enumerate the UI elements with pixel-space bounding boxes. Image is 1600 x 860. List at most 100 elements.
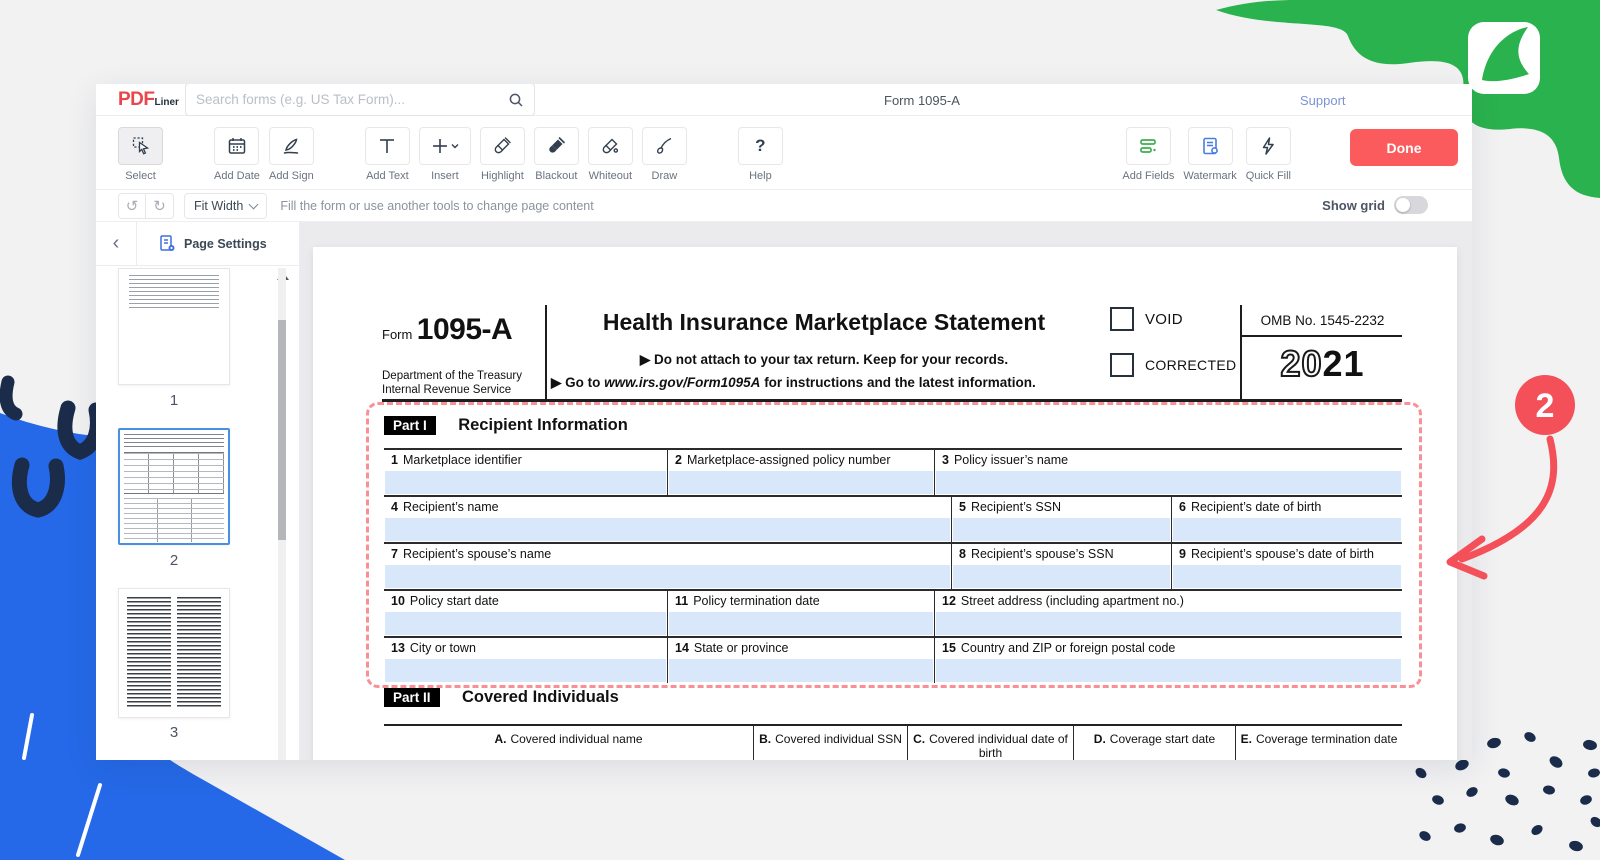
show-grid-label: Show grid [1322,198,1385,213]
undo-icon: ↺ [126,197,139,215]
corrected-checkbox-row: CORRECTED [1110,353,1236,377]
form-page: Form 1095-A Department of the Treasury I… [313,247,1457,760]
toolbar-hint-text: Fill the form or use another tools to ch… [280,199,593,213]
tool-blackout[interactable]: Blackout [534,127,579,182]
logo-liner-text: Liner [155,97,179,108]
toggle-knob [1396,198,1410,212]
window-header: PDFLiner Form 1095-A Support [96,84,1472,116]
field-input-15[interactable] [936,659,1401,682]
part1-tag: Part I [384,416,436,435]
sidebar-scrollbar-thumb[interactable] [278,320,286,540]
thumbnail-content [177,597,221,709]
table-row: 4Recipient’s name 5Recipient’s SSN 6Reci… [384,495,1402,542]
field-input-11[interactable] [669,612,933,635]
highlight-brush-icon [491,135,513,157]
main-toolbar: Select Add Date Add Sign Add Text Insert… [96,116,1472,190]
field-input-8[interactable] [953,565,1170,588]
search-input[interactable] [196,92,508,107]
field-input-14[interactable] [669,659,933,682]
collapse-sidebar-button[interactable]: ‹ [96,222,137,265]
zoom-value: Fit Width [194,199,243,213]
field-input-3[interactable] [936,471,1401,494]
tool-quick-fill[interactable]: Quick Fill [1246,127,1291,182]
tool-watermark[interactable]: Watermark [1183,127,1236,182]
show-grid-toggle[interactable] [1394,196,1428,214]
field-input-9[interactable] [1173,565,1401,588]
thumbnail-content [129,275,219,309]
form-instruction-2: ▶ Go to www.irs.gov/Form1095A for instru… [551,375,1111,391]
thumbnail-content [124,434,224,539]
page-number-3: 3 [118,724,230,741]
undo-button[interactable]: ↺ [118,193,146,219]
tool-help[interactable]: ? Help [738,127,783,182]
field-input-1[interactable] [385,471,666,494]
annotation-arrow [1462,439,1554,559]
page-thumbnail-3[interactable] [118,588,230,718]
field-input-6[interactable] [1173,518,1401,541]
page-number-1: 1 [118,392,230,409]
tool-highlight[interactable]: Highlight [480,127,525,182]
page-settings-button[interactable]: Page Settings [158,234,267,253]
search-icon[interactable] [508,92,524,108]
signature-pen-icon [280,135,302,157]
redo-icon: ↻ [153,197,166,215]
pdfliner-logo[interactable]: PDFLiner [118,89,179,111]
tool-add-text[interactable]: Add Text [365,127,410,182]
part1-table: 1Marketplace identifier 2Marketplace-ass… [384,448,1402,683]
page-thumbnail-2-selected[interactable] [118,428,230,545]
part2-title: Covered Individuals [462,688,619,706]
table-row: 7Recipient’s spouse’s name 8Recipient’s … [384,542,1402,589]
tool-add-fields[interactable]: Add Fields [1122,127,1174,182]
select-cursor-icon [130,135,152,157]
corrected-checkbox[interactable] [1110,353,1134,377]
tool-insert[interactable]: Insert [419,127,471,182]
field-input-7[interactable] [385,565,950,588]
form-title: Health Insurance Marketplace Statement [545,309,1103,336]
part1-title: Recipient Information [458,416,628,434]
column-header: A.Covered individual name [384,726,754,760]
field-input-10[interactable] [385,612,666,635]
field-input-4[interactable] [385,518,950,541]
field-input-2[interactable] [669,471,933,494]
column-header: B.Covered individual SSN [754,726,908,760]
treasury-dept-text: Department of the Treasury Internal Reve… [382,369,522,397]
calendar-icon [226,135,248,157]
sub-toolbar: ↺ ↻ Fit Width Fill the form or use anoth… [96,190,1472,222]
part2-header: Part II Covered Individuals [384,688,619,707]
field-input-12[interactable] [936,612,1401,635]
whiteout-brush-icon [599,135,621,157]
tool-add-sign[interactable]: Add Sign [269,127,314,182]
void-checkbox[interactable] [1110,307,1134,331]
tool-add-date[interactable]: Add Date [214,127,260,182]
document-title: Form 1095-A [884,93,960,108]
table-row: 13City or town 14State or province 15Cou… [384,636,1402,683]
tool-whiteout[interactable]: Whiteout [588,127,633,182]
support-link[interactable]: Support [1300,93,1346,108]
tool-select[interactable]: Select [118,127,163,182]
form-year: 2021 [1243,343,1402,385]
done-button[interactable]: Done [1350,129,1458,166]
zoom-dropdown[interactable]: Fit Width [184,193,267,219]
watermark-document-icon [1199,135,1221,157]
blackout-brush-icon [545,135,567,157]
part2-tag: Part II [384,688,440,707]
step-number: 2 [1536,387,1555,425]
add-fields-icon [1137,135,1159,157]
omb-number: OMB No. 1545-2232 [1243,313,1402,328]
app-window: PDFLiner Form 1095-A Support Select Add … [96,84,1472,760]
part1-header: Part I Recipient Information [384,416,628,435]
page-settings-icon [158,234,177,253]
field-input-5[interactable] [953,518,1170,541]
redo-button[interactable]: ↻ [146,193,174,219]
column-header: C.Covered individual date of birth [908,726,1074,760]
field-input-13[interactable] [385,659,666,682]
table-row: 1Marketplace identifier 2Marketplace-ass… [384,448,1402,495]
step-circle [1515,375,1575,435]
plus-icon [430,135,460,157]
lightning-bolt-icon [1257,135,1279,157]
search-form[interactable] [185,84,535,116]
corrected-label: CORRECTED [1145,357,1236,373]
thumbnail-content [127,597,171,709]
tool-draw[interactable]: Draw [642,127,687,182]
page-thumbnail-1[interactable] [118,268,230,385]
